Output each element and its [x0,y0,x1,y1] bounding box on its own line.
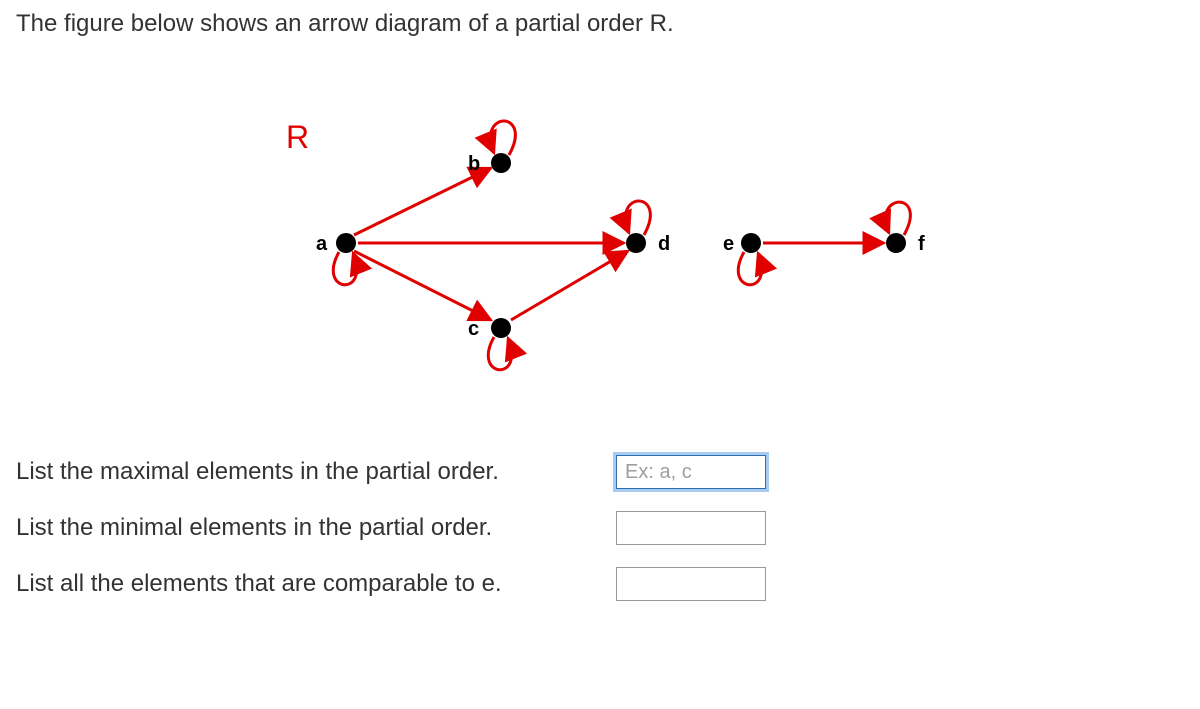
loop-d [625,201,650,235]
node-b-label: b [468,153,480,175]
question-comparable-text: List all the elements that are comparabl… [16,570,616,598]
answer-maximal-input[interactable] [616,455,766,489]
question-maximal-text: List the maximal elements in the partial… [16,458,616,486]
arrow-diagram: R a b c d e f [16,58,1184,415]
intro-text: The figure below shows an arrow diagram … [16,10,1184,38]
answer-minimal-input[interactable] [616,511,766,545]
question-row-maximal: List the maximal elements in the partial… [16,455,1184,489]
loop-e [738,252,761,285]
loop-c [488,337,511,370]
node-a [336,233,356,253]
question-minimal-text: List the minimal elements in the partial… [16,514,616,542]
question-row-comparable: List all the elements that are comparabl… [16,567,1184,601]
edge-a-c [354,251,491,320]
node-b [491,153,511,173]
edge-a-b [354,168,491,235]
node-f [886,233,906,253]
relation-label: R [286,119,309,155]
edge-c-d [511,251,628,320]
node-c [491,318,511,338]
question-block: List the maximal elements in the partial… [16,455,1184,601]
question-row-minimal: List the minimal elements in the partial… [16,511,1184,545]
node-f-label: f [918,233,925,255]
node-a-label: a [316,233,328,255]
node-c-label: c [468,318,479,340]
loop-f [885,202,910,235]
loop-b [490,121,515,155]
node-e [741,233,761,253]
node-d [626,233,646,253]
node-d-label: d [658,233,670,255]
answer-comparable-input[interactable] [616,567,766,601]
loop-a [333,252,356,285]
node-e-label: e [723,233,734,255]
